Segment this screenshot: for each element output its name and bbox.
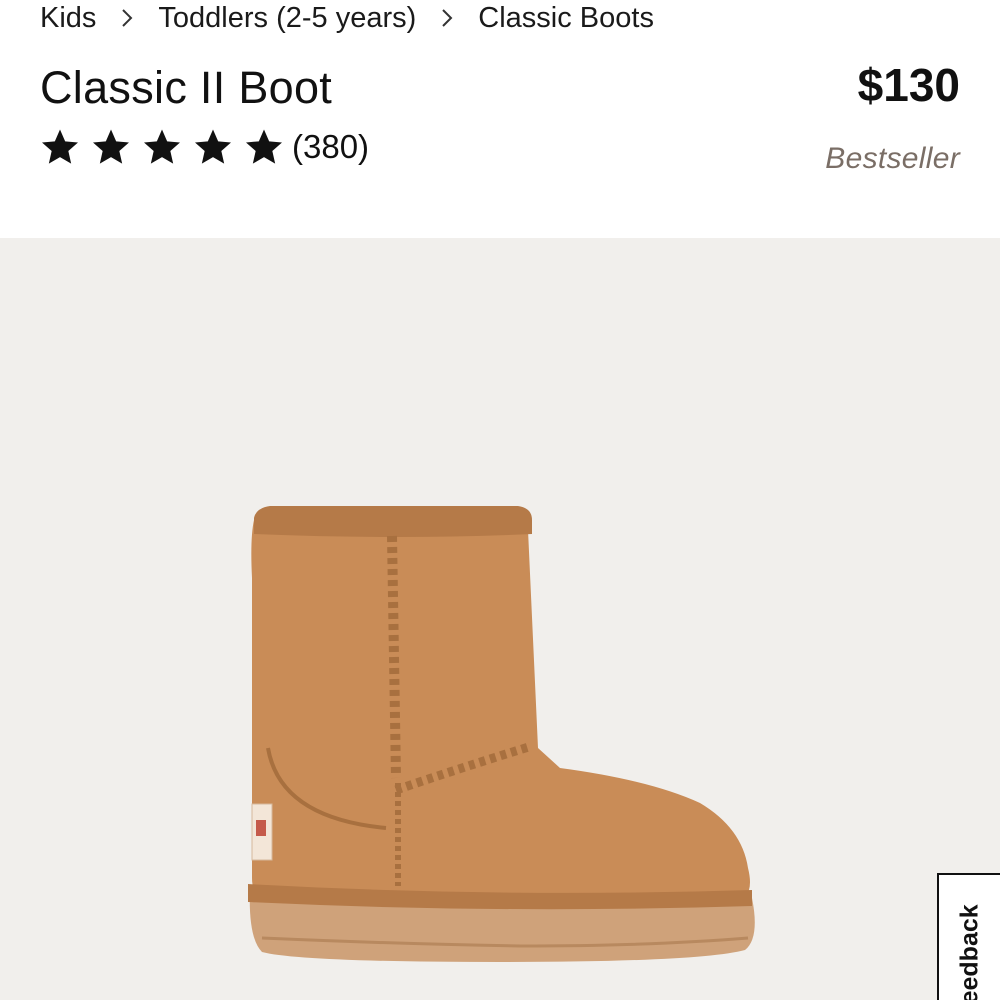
review-count[interactable]: (380)	[292, 128, 369, 166]
product-price: $130	[857, 59, 960, 111]
chevron-right-icon	[96, 8, 158, 28]
breadcrumb-classic-boots[interactable]: Classic Boots	[478, 2, 654, 35]
feedback-label: Feedback	[955, 903, 983, 1000]
star-icon	[42, 129, 78, 164]
product-title: Classic II Boot	[40, 62, 333, 113]
feedback-tab[interactable]: Feedback	[937, 873, 1000, 1000]
breadcrumb: Kids Toddlers (2-5 years) Classic Boots	[40, 0, 654, 36]
star-icon	[195, 129, 231, 164]
breadcrumb-toddlers[interactable]: Toddlers (2-5 years)	[158, 2, 416, 35]
star-icon	[144, 129, 180, 164]
chevron-right-icon	[416, 8, 478, 28]
star-icon	[246, 129, 282, 164]
product-image-gallery[interactable]	[0, 238, 1000, 1000]
star-icon	[93, 129, 129, 164]
boot-image	[248, 506, 755, 962]
star-rating[interactable]: (380)	[40, 124, 369, 170]
breadcrumb-kids[interactable]: Kids	[40, 2, 96, 35]
bestseller-badge: Bestseller	[825, 142, 960, 175]
